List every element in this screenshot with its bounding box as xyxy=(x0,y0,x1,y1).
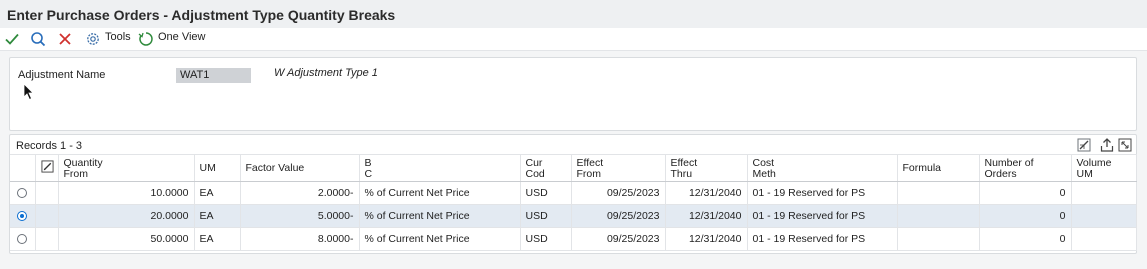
row-select-cell[interactable] xyxy=(10,181,36,205)
tools-menu[interactable]: Tools xyxy=(105,31,131,43)
volume-um-cell[interactable] xyxy=(1071,204,1137,228)
gear-icon[interactable] xyxy=(84,30,102,48)
bc-cell[interactable]: % of Current Net Price xyxy=(359,227,521,251)
um-cell[interactable]: EA xyxy=(194,227,241,251)
edit-row-icon[interactable] xyxy=(40,160,54,173)
col-number-of-orders[interactable]: Number of Orders xyxy=(979,154,1072,182)
col-factor-value[interactable]: Factor Value xyxy=(240,154,360,182)
row-select-radio[interactable] xyxy=(17,188,28,198)
table-row[interactable]: 20.0000 EA 5.0000- % of Current Net Pric… xyxy=(10,204,1137,228)
volume-um-cell[interactable] xyxy=(1071,181,1137,205)
effect-thru-cell[interactable]: 12/31/2040 xyxy=(665,227,748,251)
col-effect-thru-line2: Thru xyxy=(670,168,693,180)
quantity-breaks-grid: Quantity From UM Factor Value BC Cur Cod E… xyxy=(10,154,1137,251)
col-formula[interactable]: Formula xyxy=(897,154,980,182)
export-icon[interactable] xyxy=(1100,138,1114,152)
cost-meth-cell[interactable]: 01 - 19 Reserved for PS xyxy=(747,181,898,205)
col-um[interactable]: UM xyxy=(194,154,241,182)
row-select-cell[interactable] xyxy=(10,227,36,251)
col-cost-meth-line2: Meth xyxy=(752,168,776,180)
quantity-from-cell[interactable]: 10.0000 xyxy=(58,181,195,205)
col-bc[interactable]: BC xyxy=(359,154,521,182)
quantity-from-cell[interactable]: 20.0000 xyxy=(58,204,195,228)
col-effect-from-line2: From xyxy=(576,168,602,180)
checkmark-icon[interactable] xyxy=(3,30,21,48)
col-volume-um[interactable]: Volume UM xyxy=(1071,154,1137,182)
formula-cell[interactable] xyxy=(897,227,980,251)
page-title: Enter Purchase Orders - Adjustment Type … xyxy=(7,7,396,23)
maximize-grid-icon[interactable] xyxy=(1118,138,1132,152)
cost-meth-cell[interactable]: 01 - 19 Reserved for PS xyxy=(747,227,898,251)
cur-cod-cell[interactable]: USD xyxy=(520,181,572,205)
close-icon[interactable] xyxy=(56,30,74,48)
table-row[interactable]: 50.0000 EA 8.0000- % of Current Net Pric… xyxy=(10,227,1137,251)
col-effect-from[interactable]: Effect From xyxy=(571,154,666,182)
grid-panel: Records 1 - 3 Quantity From UM Factor Va… xyxy=(9,134,1137,254)
col-cost-meth[interactable]: Cost Meth xyxy=(747,154,898,182)
effect-thru-cell[interactable]: 12/31/2040 xyxy=(665,181,748,205)
effect-thru-cell[interactable]: 12/31/2040 xyxy=(665,204,748,228)
one-view-icon[interactable] xyxy=(137,30,155,48)
row-edit-cell xyxy=(35,204,59,228)
col-cur-cod[interactable]: Cur Cod xyxy=(520,154,572,182)
col-bc-line2: C xyxy=(364,168,373,180)
records-count: Records 1 - 3 xyxy=(16,140,83,152)
volume-um-cell[interactable] xyxy=(1071,227,1137,251)
cur-cod-cell[interactable]: USD xyxy=(520,204,572,228)
quantity-from-cell[interactable]: 50.0000 xyxy=(58,227,195,251)
effect-from-cell[interactable]: 09/25/2023 xyxy=(571,204,666,228)
grid-header-row: Quantity From UM Factor Value BC Cur Cod E… xyxy=(10,154,1137,182)
factor-value-cell[interactable]: 8.0000- xyxy=(240,227,360,251)
formula-cell[interactable] xyxy=(897,181,980,205)
col-number-of-orders-line2: Orders xyxy=(984,168,1017,180)
title-bar: Enter Purchase Orders - Adjustment Type … xyxy=(0,0,1147,29)
formula-cell[interactable] xyxy=(897,204,980,228)
one-view-menu[interactable]: One View xyxy=(158,31,206,43)
effect-from-cell[interactable]: 09/25/2023 xyxy=(571,227,666,251)
col-select xyxy=(10,154,36,182)
col-volume-um-line2: UM xyxy=(1076,168,1093,180)
adjustment-description: W Adjustment Type 1 xyxy=(274,67,378,79)
number-of-orders-cell[interactable]: 0 xyxy=(979,227,1072,251)
row-edit-cell xyxy=(35,227,59,251)
table-row[interactable]: 10.0000 EA 2.0000- % of Current Net Pric… xyxy=(10,181,1137,205)
col-edit[interactable] xyxy=(35,154,59,182)
col-quantity-from[interactable]: Quantity From xyxy=(58,154,195,182)
um-cell[interactable]: EA xyxy=(194,204,241,228)
row-select-radio[interactable] xyxy=(17,234,28,244)
bc-cell[interactable]: % of Current Net Price xyxy=(359,181,521,205)
cur-cod-cell[interactable]: USD xyxy=(520,227,572,251)
factor-value-cell[interactable]: 2.0000- xyxy=(240,181,360,205)
row-select-radio[interactable] xyxy=(17,211,28,221)
header-panel: Adjustment Name WAT1 W Adjustment Type 1 xyxy=(9,57,1137,131)
number-of-orders-cell[interactable]: 0 xyxy=(979,204,1072,228)
col-effect-thru[interactable]: Effect Thru xyxy=(665,154,748,182)
row-select-cell[interactable] xyxy=(10,204,36,228)
factor-value-cell[interactable]: 5.0000- xyxy=(240,204,360,228)
col-cur-cod-line2: Cod xyxy=(525,168,545,180)
bc-cell[interactable]: % of Current Net Price xyxy=(359,204,521,228)
row-edit-cell xyxy=(35,181,59,205)
grid-customize-icon[interactable] xyxy=(1077,138,1091,152)
search-icon[interactable] xyxy=(29,30,47,48)
adjustment-name-label: Adjustment Name xyxy=(18,69,106,81)
toolbar: Tools One View xyxy=(0,28,1147,51)
tools-label: Tools xyxy=(105,31,131,43)
cost-meth-cell[interactable]: 01 - 19 Reserved for PS xyxy=(747,204,898,228)
mouse-cursor-icon xyxy=(23,83,34,101)
number-of-orders-cell[interactable]: 0 xyxy=(979,181,1072,205)
one-view-label: One View xyxy=(158,31,206,43)
adjustment-name-field[interactable]: WAT1 xyxy=(176,68,251,83)
col-quantity-from-line2: From xyxy=(63,168,89,180)
um-cell[interactable]: EA xyxy=(194,181,241,205)
effect-from-cell[interactable]: 09/25/2023 xyxy=(571,181,666,205)
